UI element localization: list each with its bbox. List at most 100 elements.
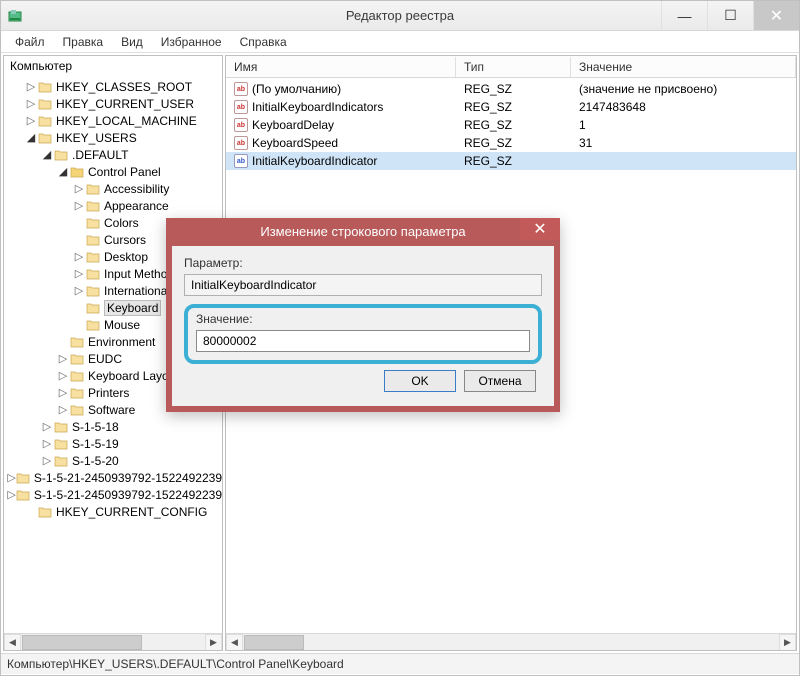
list-hscroll[interactable]: ◀ ▶ — [226, 633, 796, 650]
tree-node-label: Appearance — [104, 199, 169, 213]
menu-view[interactable]: Вид — [113, 33, 151, 51]
expand-icon[interactable]: ▷ — [72, 199, 86, 212]
tree-node-label: Keyboard — [104, 300, 161, 316]
col-name[interactable]: Имя — [226, 57, 456, 77]
value-type: REG_SZ — [456, 100, 571, 114]
expand-icon[interactable]: ▷ — [40, 454, 54, 467]
tree-node-label: Colors — [104, 216, 139, 230]
expand-icon[interactable]: ▷ — [56, 369, 70, 382]
tree-node[interactable]: ▷S-1-5-21-2450939792-1522492239 — [4, 486, 222, 503]
tree-node[interactable]: ▷S-1-5-20 — [4, 452, 222, 469]
tree-node-label: Software — [88, 403, 135, 417]
tree-node[interactable]: ◢.DEFAULT — [4, 146, 222, 163]
expand-icon[interactable]: ▷ — [72, 182, 86, 195]
tree-node-label: Desktop — [104, 250, 148, 264]
tree-hscroll[interactable]: ◀ ▶ — [4, 633, 222, 650]
expand-icon[interactable]: ◢ — [40, 148, 54, 161]
tree-node-label: HKEY_CURRENT_USER — [56, 97, 194, 111]
tree-node[interactable]: ◢ Control Panel — [4, 163, 222, 180]
tree-node[interactable]: ◢HKEY_USERS — [4, 129, 222, 146]
value-name: InitialKeyboardIndicators — [252, 100, 383, 114]
folder-icon — [54, 421, 68, 433]
menu-edit[interactable]: Правка — [55, 33, 112, 51]
scroll-thumb[interactable] — [22, 635, 142, 650]
expand-icon[interactable]: ▷ — [72, 250, 86, 263]
cancel-button[interactable]: Отмена — [464, 370, 536, 392]
status-path: Компьютер\HKEY_USERS\.DEFAULT\Control Pa… — [7, 657, 344, 671]
close-button[interactable]: ✕ — [753, 1, 799, 30]
menu-favorites[interactable]: Избранное — [153, 33, 230, 51]
list-row[interactable]: ab(По умолчанию)REG_SZ(значение не присв… — [226, 80, 796, 98]
expand-icon[interactable]: ▷ — [7, 471, 15, 484]
value-input[interactable] — [196, 330, 530, 352]
folder-icon — [86, 268, 100, 280]
tree-node[interactable]: ▷S-1-5-19 — [4, 435, 222, 452]
tree-node[interactable]: ▷HKEY_CLASSES_ROOT — [4, 78, 222, 95]
tree-node[interactable]: ▷ HKEY_LOCAL_MACHINE — [4, 112, 222, 129]
expand-icon[interactable]: ▷ — [40, 420, 54, 433]
tree-node[interactable]: ▷ S-1-5-18 — [4, 418, 222, 435]
folder-icon — [16, 489, 30, 501]
folder-icon — [86, 285, 100, 297]
list-row[interactable]: abKeyboardDelayREG_SZ1 — [226, 116, 796, 134]
scroll-left-icon[interactable]: ◀ — [4, 634, 21, 651]
tree-node-label: S-1-5-18 — [72, 420, 119, 434]
folder-icon — [86, 183, 100, 195]
dialog-titlebar[interactable]: Изменение строкового параметра ✕ — [166, 218, 560, 246]
value-data: (значение не присвоено) — [571, 82, 796, 96]
dialog-close-button[interactable]: ✕ — [520, 218, 560, 240]
value-name: KeyboardDelay — [252, 118, 334, 132]
menubar: Файл Правка Вид Избранное Справка — [1, 31, 799, 53]
expand-icon[interactable]: ▷ — [40, 437, 54, 450]
tree-node[interactable]: ▷ HKEY_CURRENT_USER — [4, 95, 222, 112]
tree-node[interactable]: ▷ S-1-5-21-2450939792-1522492239 — [4, 469, 222, 486]
list-row[interactable]: abInitialKeyboardIndicatorsREG_SZ2147483… — [226, 98, 796, 116]
list-row[interactable]: abInitialKeyboardIndicatorREG_SZ — [226, 152, 796, 170]
list-header: Имя Тип Значение — [226, 56, 796, 78]
app-icon — [7, 8, 23, 24]
expand-icon[interactable]: ▷ — [24, 80, 38, 93]
expand-icon[interactable]: ◢ — [56, 165, 70, 178]
menu-help[interactable]: Справка — [232, 33, 295, 51]
expand-icon[interactable]: ▷ — [24, 97, 38, 110]
maximize-button[interactable]: ☐ — [707, 1, 753, 30]
tree-node-label: EUDC — [88, 352, 122, 366]
tree-node[interactable]: ▷ Appearance — [4, 197, 222, 214]
expand-icon[interactable]: ▷ — [24, 114, 38, 127]
tree-node-label: Cursors — [104, 233, 146, 247]
menu-file[interactable]: Файл — [7, 33, 53, 51]
folder-icon — [70, 404, 84, 416]
ok-button[interactable]: OK — [384, 370, 456, 392]
scroll-right-icon[interactable]: ▶ — [779, 634, 796, 651]
expand-icon[interactable]: ▷ — [72, 284, 86, 297]
col-value[interactable]: Значение — [571, 57, 796, 77]
expand-icon[interactable]: ▷ — [56, 386, 70, 399]
minimize-button[interactable]: — — [661, 1, 707, 30]
expand-icon[interactable]: ▷ — [7, 488, 15, 501]
tree-node[interactable]: HKEY_CURRENT_CONFIG — [4, 503, 222, 520]
tree-node-label: S-1-5-21-2450939792-1522492239 — [34, 471, 222, 485]
scroll-right-icon[interactable]: ▶ — [205, 634, 222, 651]
param-label: Параметр: — [184, 256, 542, 270]
value-name: InitialKeyboardIndicator — [252, 154, 377, 168]
tree-node[interactable]: ▷Accessibility — [4, 180, 222, 197]
folder-icon — [54, 438, 68, 450]
folder-icon — [86, 200, 100, 212]
tree-node-label: Input Method — [104, 267, 174, 281]
expand-icon[interactable]: ◢ — [24, 131, 38, 144]
tree-node-label: Environment — [88, 335, 155, 349]
expand-icon[interactable]: ▷ — [56, 403, 70, 416]
folder-icon — [70, 370, 84, 382]
expand-icon[interactable]: ▷ — [72, 267, 86, 280]
tree-root-label[interactable]: Компьютер — [4, 56, 222, 76]
titlebar: Редактор реестра — ☐ ✕ — [1, 1, 799, 31]
tree-node-label: HKEY_LOCAL_MACHINE — [56, 114, 197, 128]
folder-icon — [86, 234, 100, 246]
col-type[interactable]: Тип — [456, 57, 571, 77]
list-row[interactable]: abKeyboardSpeedREG_SZ31 — [226, 134, 796, 152]
value-label: Значение: — [196, 312, 530, 326]
scroll-left-icon[interactable]: ◀ — [226, 634, 243, 651]
scroll-thumb[interactable] — [244, 635, 304, 650]
tree-node-label: Control Panel — [88, 165, 161, 179]
expand-icon[interactable]: ▷ — [56, 352, 70, 365]
